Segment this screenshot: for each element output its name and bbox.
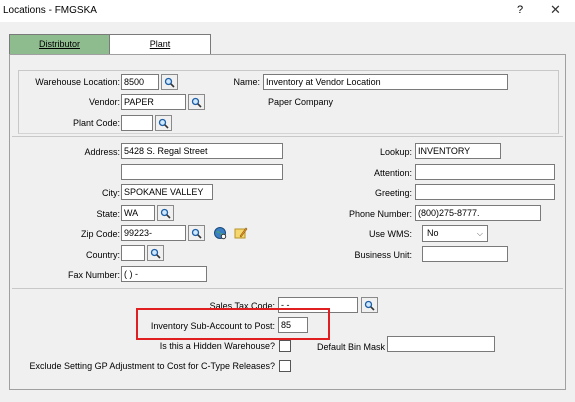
separator (12, 136, 563, 137)
sales-tax-lookup-button[interactable] (361, 297, 378, 313)
hidden-warehouse-label: Is this a Hidden Warehouse? (159, 341, 275, 351)
use-wms-value: No (427, 228, 439, 238)
state-lookup-button[interactable] (157, 205, 174, 221)
lookup-label: Lookup: (379, 147, 412, 157)
address-line2-input[interactable] (121, 164, 283, 180)
address-line1-input[interactable]: 5428 S. Regal Street (121, 143, 283, 159)
fax-number-input[interactable]: ( ) - (121, 266, 207, 282)
magnifier-icon (158, 118, 169, 129)
magnifier-icon (191, 228, 202, 239)
default-bin-mask-label: Default Bin Mask (316, 342, 385, 352)
magnifier-icon (164, 77, 175, 88)
lookup-input[interactable]: INVENTORY (415, 143, 501, 159)
city-label: City: (102, 188, 120, 198)
chevron-down-icon: ⌵ (476, 229, 483, 238)
name-input[interactable]: Inventory at Vendor Location (263, 74, 508, 90)
plant-code-label: Plant Code: (72, 118, 120, 128)
use-wms-label: Use WMS: (368, 229, 412, 239)
vendor-input[interactable]: PAPER (121, 94, 186, 110)
city-input[interactable]: SPOKANE VALLEY (121, 184, 213, 200)
phone-number-label: Phone Number: (348, 209, 412, 219)
fax-number-label: Fax Number: (67, 270, 120, 280)
warehouse-location-label: Warehouse Location: (35, 77, 120, 87)
use-wms-select[interactable]: No ⌵ (422, 225, 488, 242)
distributor-panel: Warehouse Location: 8500 Name: Inventory… (9, 54, 566, 390)
warehouse-location-input[interactable]: 8500 (121, 74, 159, 90)
attention-label: Attention: (373, 168, 412, 178)
vendor-label: Vendor: (88, 97, 120, 107)
business-unit-label: Business Unit: (354, 250, 412, 260)
tab-plant[interactable]: Plant (110, 34, 211, 54)
country-lookup-button[interactable] (147, 245, 164, 261)
inventory-subaccount-label: Inventory Sub-Account to Post: (150, 321, 275, 331)
exclude-gp-adjustment-checkbox[interactable] (279, 360, 291, 372)
inventory-subaccount-input[interactable]: 85 (278, 317, 308, 333)
window-title: Locations - FMGSKA (3, 5, 97, 16)
zip-lookup-button[interactable] (188, 225, 205, 241)
phone-number-input[interactable]: (800)275-8777. (415, 205, 541, 221)
business-unit-input[interactable] (422, 246, 508, 262)
address-label: Address: (84, 147, 120, 157)
help-button[interactable]: ? (517, 4, 523, 16)
greeting-input[interactable] (415, 184, 555, 200)
magnifier-icon (364, 300, 375, 311)
vendor-name-text: Paper Company (268, 97, 334, 107)
greeting-label: Greeting: (374, 188, 412, 198)
country-input[interactable] (121, 245, 145, 261)
plant-code-input[interactable] (121, 115, 153, 131)
magnifier-icon (150, 248, 161, 259)
attention-input[interactable] (415, 164, 555, 180)
warehouse-lookup-button[interactable] (161, 74, 178, 90)
default-bin-mask-input[interactable] (387, 336, 495, 352)
exclude-gp-adjustment-label: Exclude Setting GP Adjustment to Cost fo… (29, 361, 275, 371)
vendor-lookup-button[interactable] (188, 94, 205, 110)
country-label: Country: (85, 250, 120, 260)
plant-code-lookup-button[interactable] (155, 115, 172, 131)
close-button[interactable]: ✕ (550, 2, 561, 18)
state-input[interactable]: WA (121, 205, 155, 221)
tab-distributor[interactable]: Distributor (9, 34, 110, 54)
hidden-warehouse-checkbox[interactable] (279, 340, 291, 352)
separator (12, 288, 563, 289)
state-label: State: (96, 209, 120, 219)
zip-code-label: Zip Code: (80, 229, 120, 239)
globe-icon[interactable] (213, 226, 227, 242)
title-bar: Locations - FMGSKA ? ✕ (0, 0, 575, 22)
magnifier-icon (160, 208, 171, 219)
magnifier-icon (191, 97, 202, 108)
name-label: Name: (233, 77, 260, 87)
note-icon[interactable] (234, 226, 248, 242)
zip-code-input[interactable]: 99223- (121, 225, 186, 241)
